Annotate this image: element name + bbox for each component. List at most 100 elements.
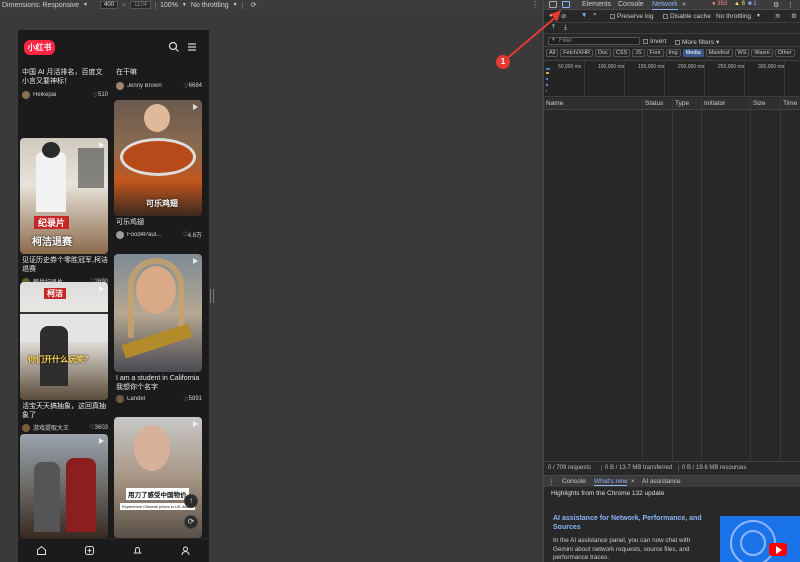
filter-row: Filter ▼ Invert More filters ▾ — [544, 35, 800, 47]
column-type[interactable]: Type — [675, 100, 689, 107]
times-icon: × — [122, 1, 127, 9]
video-thumbnail[interactable] — [720, 516, 800, 562]
wifi-icon[interactable]: ≋ — [775, 12, 780, 20]
column-divider[interactable] — [701, 98, 702, 460]
warning-count: 6 — [741, 1, 745, 7]
error-count-badge[interactable]: ● 353 — [712, 1, 727, 7]
add-icon[interactable] — [84, 545, 95, 556]
feed-card[interactable]: 纪录片 柯洁退赛 见证历史券个零胜冠军,柯洁退赛 韩世纪录片 ♡ 2690 — [20, 138, 108, 286]
card-title: 活宝天天搞抽象，这回真抽象了 — [22, 403, 106, 419]
youtube-play-icon[interactable] — [769, 543, 787, 556]
more-options-icon[interactable]: ⋮ — [787, 1, 794, 9]
refresh-button[interactable]: ⟳ — [184, 515, 198, 529]
home-icon[interactable] — [36, 545, 47, 556]
author-name[interactable]: Lander — [127, 396, 183, 402]
app-logo[interactable]: 小红书 — [24, 40, 55, 55]
column-initiator[interactable]: Initiator — [704, 100, 725, 107]
column-divider[interactable] — [780, 98, 781, 460]
drawer-tab-whats-new[interactable]: What's new — [594, 478, 628, 486]
search-icon[interactable]: ⌕ — [593, 11, 597, 19]
filter-chip-font[interactable]: Font — [646, 49, 664, 57]
author-name[interactable]: Heikepai — [33, 92, 93, 98]
more-options-icon[interactable]: ⋮ — [548, 478, 555, 486]
user-icon[interactable] — [180, 545, 191, 556]
tab-elements[interactable]: Elements — [582, 1, 611, 8]
avatar[interactable] — [22, 423, 30, 432]
close-icon[interactable]: × — [631, 478, 635, 485]
filter-chip-media[interactable]: Media — [682, 49, 704, 57]
card-image[interactable]: 可乐鸡翅 — [114, 100, 202, 216]
filter-chip-wasm[interactable]: Wasm — [751, 49, 773, 57]
filter-chip-manifest[interactable]: Manifest — [705, 49, 733, 57]
chevron-down-icon[interactable]: ▼ — [182, 2, 187, 8]
info-count-badge[interactable]: ■ 1 — [748, 1, 757, 7]
thumbnail-graphic — [740, 530, 766, 556]
throttling-dropdown[interactable]: No throttling — [716, 13, 751, 20]
card-image[interactable] — [114, 254, 202, 372]
resize-handle[interactable] — [210, 289, 214, 303]
filter-chip-doc[interactable]: Doc — [595, 49, 611, 57]
drawer-tab-ai-assistance[interactable]: AI assistance — [642, 478, 681, 485]
app-header: 小红书 — [18, 30, 209, 66]
warning-count-badge[interactable]: ▲ 6 — [734, 1, 745, 7]
avatar[interactable] — [116, 82, 124, 90]
chevron-down-icon[interactable]: ▼ — [756, 13, 761, 19]
column-time[interactable]: Time — [783, 100, 797, 107]
whats-new-title[interactable]: AI assistance for Network, Performance, … — [553, 514, 703, 532]
card-image[interactable] — [20, 434, 108, 538]
like-count: 6684 — [188, 83, 202, 89]
scroll-top-button[interactable]: ↑ — [184, 494, 198, 508]
feed-card[interactable]: 可乐鸡翅 可乐鸡翅 Food4Paul... ♡ 4.8万 — [114, 100, 202, 239]
drawer-tab-console[interactable]: Console — [562, 478, 586, 485]
chevron-down-icon[interactable]: ▼ — [83, 2, 88, 8]
column-divider[interactable] — [672, 98, 673, 460]
tab-network[interactable]: Network — [652, 1, 678, 10]
throttle-dropdown[interactable]: No throttling — [191, 2, 229, 9]
filter-chip-js[interactable]: JS — [632, 49, 645, 57]
bell-icon[interactable] — [132, 545, 143, 556]
feed-card[interactable]: 在干嘛 Jenny Brown ♡ 6684 — [114, 66, 202, 90]
author-name[interactable]: 游戏提取大王 — [33, 423, 89, 432]
dimensions-dropdown[interactable]: Dimensions: Responsive — [2, 2, 79, 9]
chevron-down-icon[interactable]: ▼ — [233, 2, 238, 8]
card-image[interactable]: 柯洁 你们开什么玩笑？ — [20, 282, 108, 400]
preserve-log-checkbox[interactable]: Preserve log — [610, 13, 654, 20]
column-status[interactable]: Status — [645, 100, 663, 107]
devtools-tabbar: Elements Console Network » ● 353 ▲ 6 ■ 1… — [544, 0, 800, 10]
feed-card[interactable]: 柯洁 你们开什么玩笑？ 活宝天天搞抽象，这回真抽象了 游戏提取大王 ♡ 3603 — [20, 282, 108, 432]
column-size[interactable]: Size — [753, 100, 766, 107]
filter-chip-other[interactable]: Other — [774, 49, 795, 57]
timeline-gridline — [584, 62, 585, 97]
width-input[interactable]: 400 — [100, 1, 119, 9]
gear-icon[interactable]: ⚙ — [773, 1, 779, 9]
avatar[interactable] — [22, 91, 30, 99]
card-image[interactable]: 纪录片 柯洁退赛 — [20, 138, 108, 254]
column-divider[interactable] — [750, 98, 751, 460]
height-input[interactable]: 1104 — [130, 1, 152, 9]
filter-chip-css[interactable]: CSS — [612, 49, 631, 57]
tab-console[interactable]: Console — [618, 1, 644, 8]
overlay-caption: 柯洁 — [44, 288, 66, 299]
invert-checkbox[interactable]: Invert — [643, 38, 666, 45]
filter-icon[interactable]: ▼ — [581, 12, 587, 19]
author-name[interactable]: Jenny Brown — [127, 83, 183, 89]
menu-icon[interactable] — [186, 41, 198, 53]
feed-card[interactable]: 中国 AI 月活排名，百度文小言又要神标！ Heikepai ♡ 510 — [20, 66, 108, 99]
more-tabs-icon[interactable]: » — [682, 1, 686, 8]
feed-card[interactable]: I am a student in California我想你个名字 Lande… — [114, 254, 202, 403]
filter-chip-img[interactable]: Img — [665, 49, 681, 57]
zoom-dropdown[interactable]: 100% — [160, 2, 178, 9]
filter-chip-ws[interactable]: WS — [734, 49, 750, 57]
gear-icon[interactable]: ⚙ — [791, 12, 797, 20]
column-divider[interactable] — [642, 98, 643, 460]
disable-cache-checkbox[interactable]: Disable cache — [663, 13, 711, 20]
author-name[interactable]: Food4Paul... — [127, 232, 182, 238]
rotate-icon[interactable]: ⟳ — [251, 1, 257, 9]
more-filters-dropdown[interactable]: More filters ▾ — [675, 38, 719, 46]
column-name[interactable]: Name — [546, 100, 563, 107]
feed-card[interactable] — [20, 434, 108, 538]
avatar[interactable] — [116, 230, 124, 239]
avatar[interactable] — [116, 395, 124, 403]
search-icon[interactable] — [168, 41, 180, 53]
food-plate — [120, 138, 196, 176]
